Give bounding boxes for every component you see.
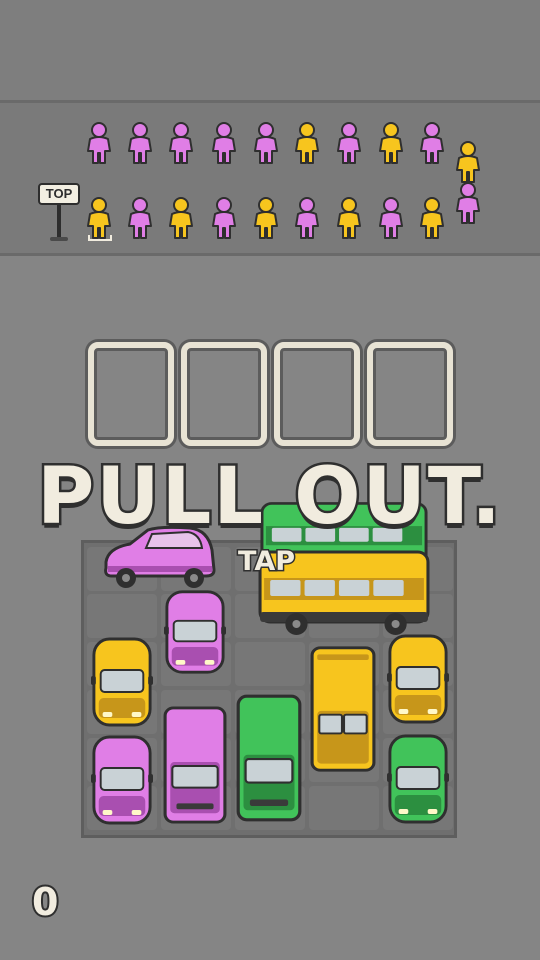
- parking-cell: [87, 594, 157, 638]
- parking-cell: [309, 786, 379, 830]
- green-car[interactable]: [387, 733, 449, 825]
- sign-base: [50, 237, 68, 241]
- parking-cell: [235, 642, 305, 686]
- passenger-pink: [376, 196, 406, 240]
- passenger-yellow: [166, 196, 196, 240]
- passenger-yellow: [417, 196, 447, 240]
- passenger-pink: [125, 121, 155, 165]
- sign-pole: [57, 205, 61, 239]
- passenger-yellow: [453, 140, 483, 184]
- passenger-yellow: [292, 121, 322, 165]
- passenger-pink: [251, 121, 281, 165]
- passenger-pink: [209, 196, 239, 240]
- passenger-yellow: [334, 196, 364, 240]
- score-counter: 0: [30, 878, 61, 926]
- passenger-pink: [209, 121, 239, 165]
- yellow-bus[interactable]: [309, 645, 377, 773]
- passenger-pink: [417, 121, 447, 165]
- passenger-pink: [334, 121, 364, 165]
- yellow-car[interactable]: [387, 633, 449, 725]
- passenger-yellow: [251, 196, 281, 240]
- passenger-yellow: [84, 196, 114, 240]
- passenger-pink: [84, 121, 114, 165]
- passenger-pink: [453, 181, 483, 225]
- boarding-slot: [181, 342, 267, 446]
- top-sign: TOP: [38, 183, 80, 243]
- yellow-car[interactable]: [91, 636, 153, 728]
- pink-car[interactable]: [91, 734, 153, 826]
- pink-car[interactable]: [164, 589, 226, 675]
- tap-hint: TAP: [236, 545, 296, 579]
- boarding-slot: [88, 342, 174, 446]
- passenger-pink: [166, 121, 196, 165]
- boarding-slot: [367, 342, 453, 446]
- top-road: [0, 0, 540, 100]
- passenger-pink: [125, 196, 155, 240]
- pull-out-banner: PULL OUT.: [35, 450, 504, 545]
- passenger-yellow: [376, 121, 406, 165]
- green-van[interactable]: [235, 693, 303, 823]
- top-sign-label: TOP: [38, 183, 80, 205]
- pink-van[interactable]: [162, 705, 228, 825]
- passenger-pink: [292, 196, 322, 240]
- boarding-slot: [274, 342, 360, 446]
- queue-front-marker: [88, 235, 112, 241]
